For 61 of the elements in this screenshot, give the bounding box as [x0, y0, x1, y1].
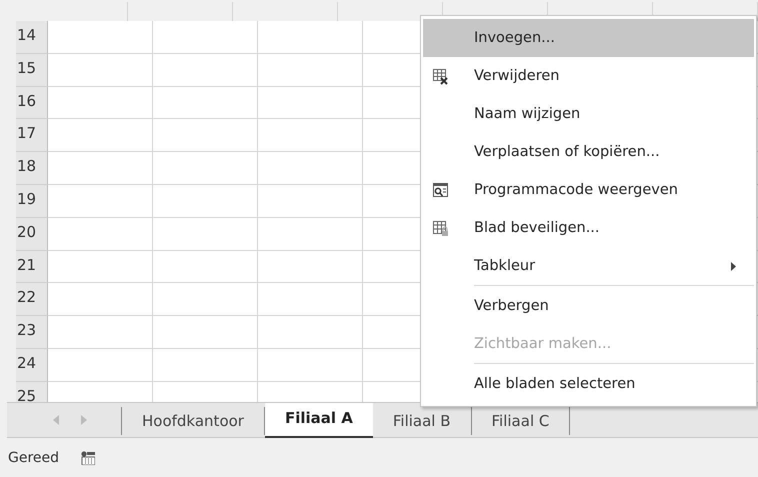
table-cell[interactable] [48, 316, 153, 349]
table-cell[interactable] [153, 348, 258, 382]
table-cell[interactable] [258, 218, 363, 251]
table-cell[interactable] [153, 54, 258, 87]
table-cell[interactable] [258, 86, 363, 120]
table-cell[interactable] [153, 119, 258, 152]
table-cell[interactable] [258, 152, 363, 185]
row-number[interactable]: 21 [16, 250, 48, 284]
table-cell[interactable] [48, 250, 153, 284]
table-cell[interactable] [258, 250, 363, 284]
table-cell[interactable] [153, 21, 258, 54]
table-cell[interactable] [153, 218, 258, 251]
menu-item[interactable]: Programmacode weergeven [423, 171, 754, 209]
table-cell[interactable] [153, 184, 258, 218]
row-number[interactable]: 22 [16, 283, 48, 316]
row-number[interactable]: 25 [16, 382, 48, 402]
table-cell[interactable] [258, 54, 363, 87]
macro-record-icon[interactable] [81, 450, 96, 464]
table-cell[interactable] [48, 54, 153, 87]
table-cell[interactable] [258, 21, 363, 54]
submenu-arrow-icon [731, 262, 736, 270]
row-number[interactable]: 17 [16, 119, 48, 152]
row-number[interactable]: 23 [16, 316, 48, 349]
table-cell[interactable] [153, 283, 258, 316]
row-number[interactable]: 14 [16, 21, 48, 54]
table-delete-icon [432, 68, 449, 84]
scroll-left-icon[interactable] [53, 415, 59, 425]
status-text: Gereed [8, 450, 60, 466]
table-cell[interactable] [153, 316, 258, 349]
row-number[interactable]: 18 [16, 152, 48, 185]
table-cell[interactable] [48, 348, 153, 382]
table-cell[interactable] [48, 152, 153, 185]
menu-item[interactable]: Blad beveiligen... [423, 209, 754, 247]
scroll-right-icon[interactable] [81, 415, 87, 425]
menu-item[interactable]: Naam wijzigen [423, 95, 754, 133]
table-cell[interactable] [258, 119, 363, 152]
row-number[interactable]: 24 [16, 348, 48, 382]
table-cell[interactable] [153, 152, 258, 185]
sheet-tab[interactable]: Filiaal A [264, 403, 373, 438]
code-search-icon [432, 182, 449, 198]
table-cell[interactable] [48, 218, 153, 251]
table-cell[interactable] [258, 316, 363, 349]
row-number[interactable]: 19 [16, 184, 48, 218]
table-cell[interactable] [48, 283, 153, 316]
table-cell[interactable] [153, 86, 258, 120]
menu-item[interactable]: Verplaatsen of kopiëren... [423, 133, 754, 171]
table-cell[interactable] [258, 184, 363, 218]
table-cell[interactable] [48, 86, 153, 120]
row-number[interactable]: 15 [16, 54, 48, 87]
table-cell[interactable] [48, 119, 153, 152]
table-cell[interactable] [48, 184, 153, 218]
table-cell[interactable] [153, 250, 258, 284]
row-number[interactable]: 20 [16, 218, 48, 251]
menu-item[interactable]: Tabkleur [423, 247, 754, 285]
menu-item[interactable]: Invoegen... [423, 19, 754, 57]
table-cell[interactable] [48, 21, 153, 54]
table-cell[interactable] [258, 348, 363, 382]
table-cell[interactable] [258, 283, 363, 316]
row-number[interactable]: 16 [16, 86, 48, 120]
locked-table-icon [432, 220, 449, 236]
menu-item[interactable]: Verwijderen [423, 57, 754, 95]
